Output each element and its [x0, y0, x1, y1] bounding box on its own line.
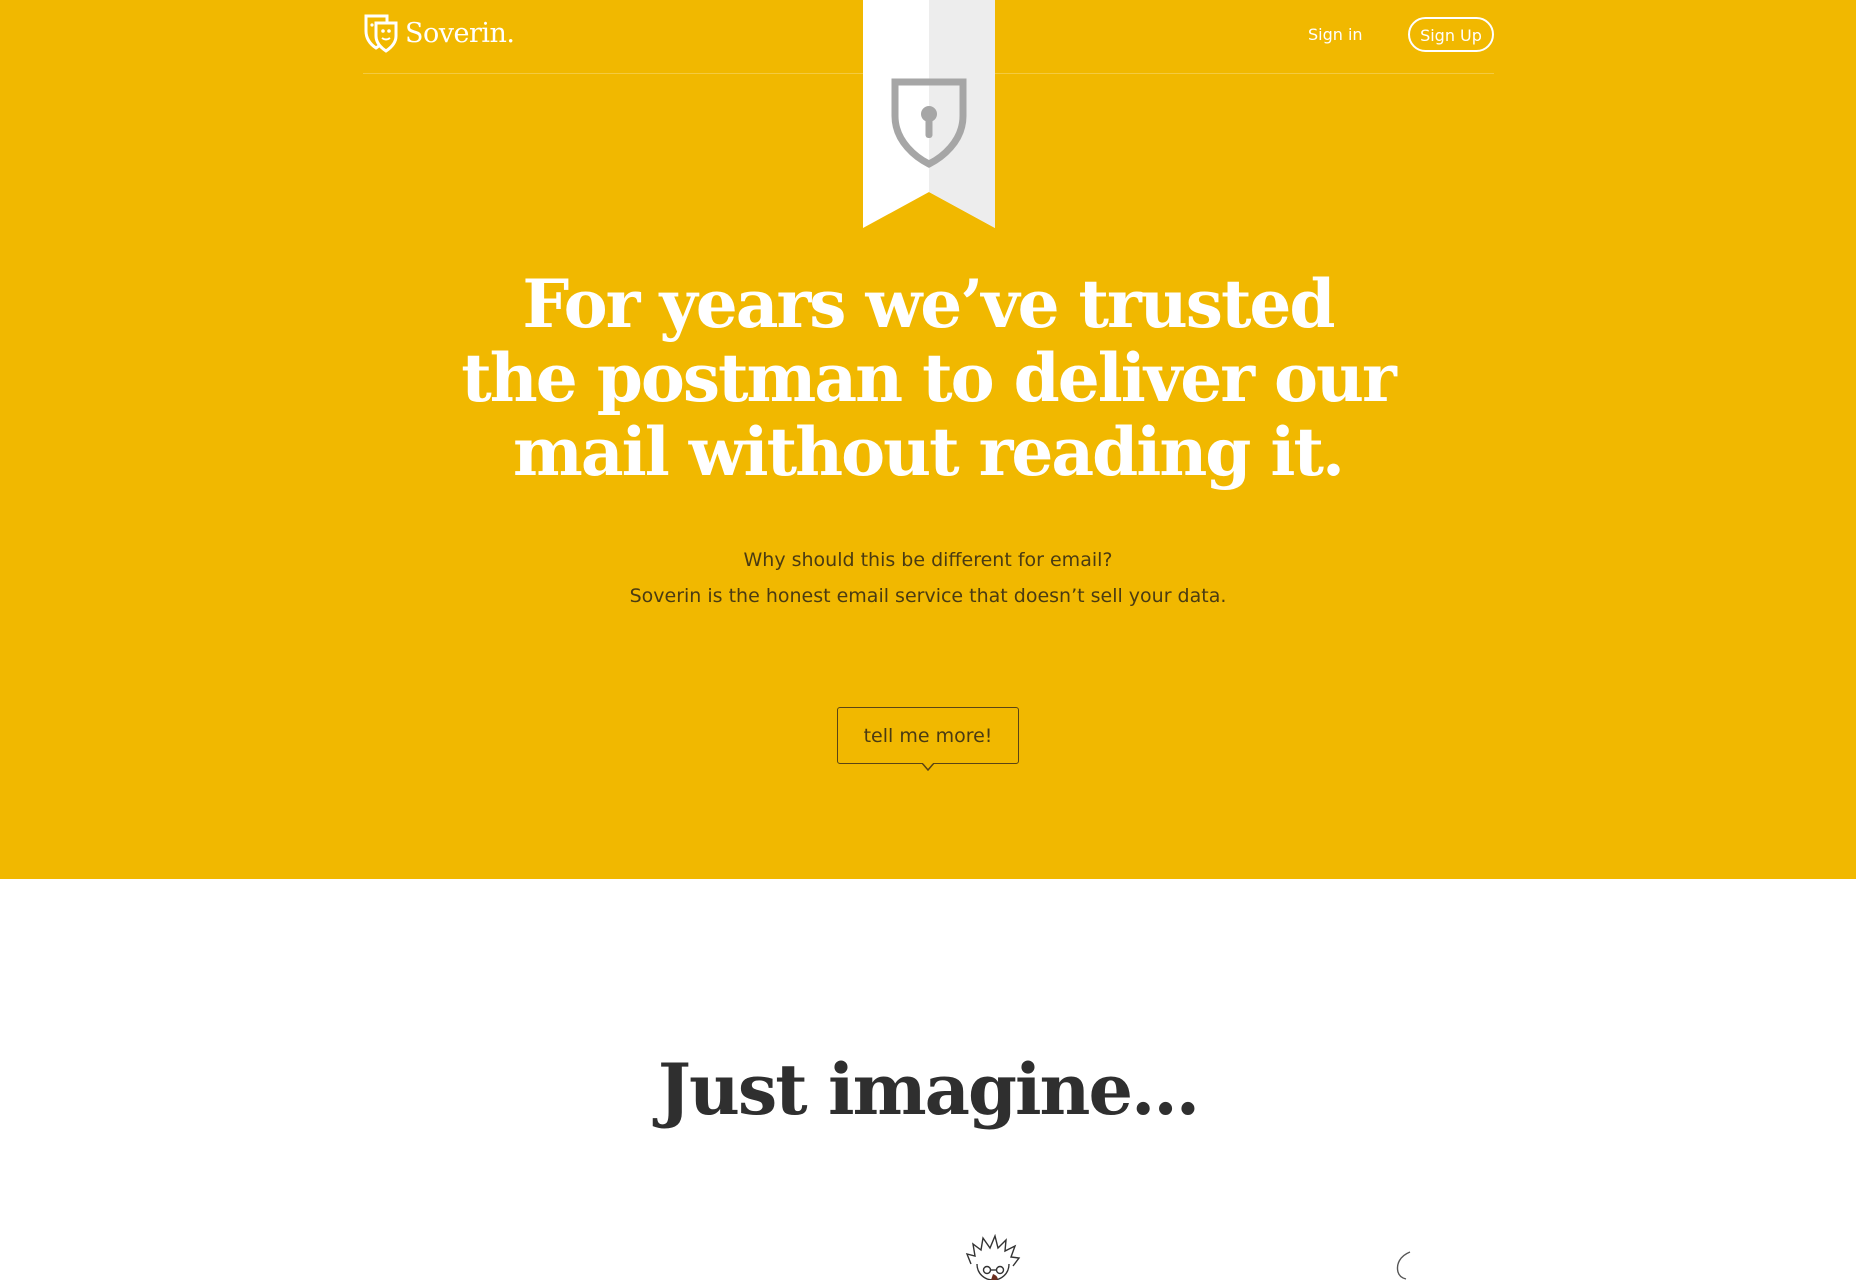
speech-tail-icon	[922, 763, 934, 771]
headline-line: For years we’ve trusted	[522, 265, 1335, 343]
subtext-line: Why should this be different for email?	[743, 549, 1113, 571]
brand-name: Soverin.	[405, 17, 515, 49]
hero-headline: For years we’ve trusted the postman to d…	[428, 267, 1428, 489]
hero-subtext: Why should this be different for email? …	[428, 542, 1428, 614]
person-illustration-icon	[965, 1234, 1021, 1280]
curl-illustration-icon	[1396, 1251, 1411, 1280]
logo-link[interactable]: Soverin.	[363, 12, 515, 54]
tell-me-more-button[interactable]: tell me more!	[837, 707, 1019, 764]
subtext-line: Soverin is the honest email service that…	[629, 585, 1227, 607]
headline-line: mail without reading it.	[513, 413, 1345, 491]
headline-line: the postman to deliver our	[461, 339, 1396, 417]
hero-section: Soverin. Sign in Sign Up For years we’ve…	[0, 0, 1856, 879]
section-title: Just imagine...	[657, 1048, 1200, 1131]
shield-masks-icon	[364, 14, 398, 53]
ribbon-banner	[863, 0, 995, 228]
sign-up-button[interactable]: Sign Up	[1408, 17, 1494, 52]
sign-in-link[interactable]: Sign in	[1308, 20, 1363, 50]
